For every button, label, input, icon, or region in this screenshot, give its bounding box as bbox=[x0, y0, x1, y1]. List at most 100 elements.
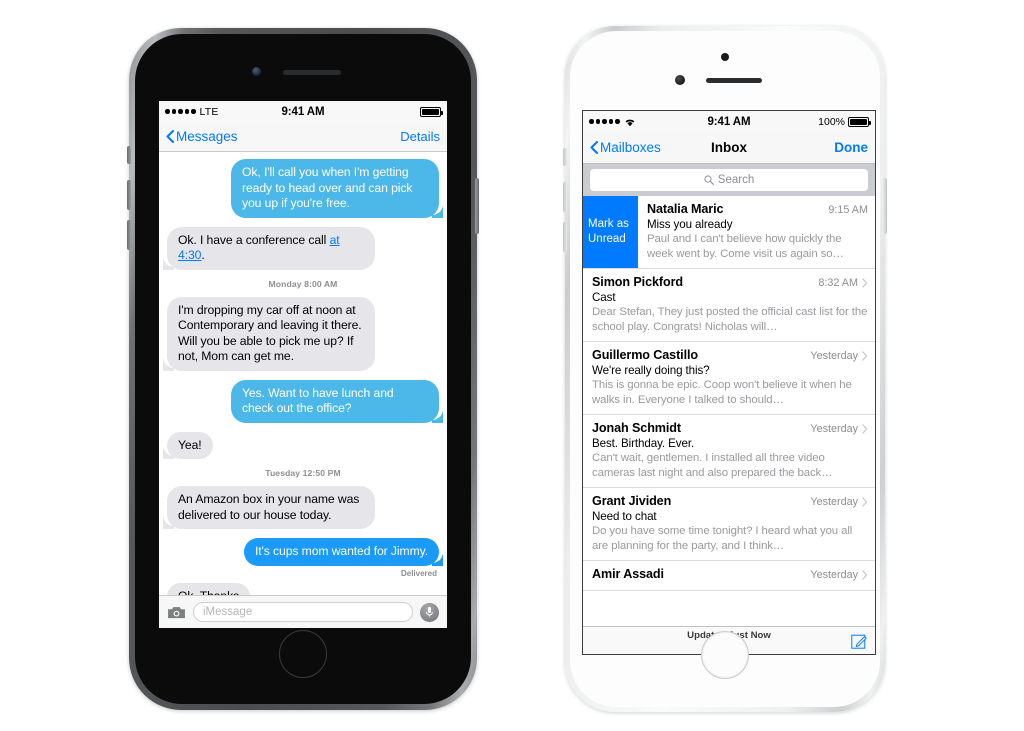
done-button[interactable]: Done bbox=[834, 140, 868, 155]
camera-icon[interactable] bbox=[167, 605, 186, 620]
message-bubble-incoming[interactable]: An Amazon box in your name was delivered… bbox=[163, 486, 375, 529]
silent-switch[interactable] bbox=[563, 148, 567, 166]
imessage-input[interactable]: iMessage bbox=[193, 602, 413, 622]
email-time: Yesterday bbox=[810, 569, 858, 581]
email-content[interactable]: Natalia Maric 9:15 AM Miss you already P… bbox=[638, 196, 875, 268]
message-row: It's cups mom wanted for Jimmy. bbox=[167, 538, 444, 566]
email-header-row: Simon Pickford 8:32 AM bbox=[592, 275, 868, 289]
iphone-left-device: LTE 9:41 AM Messages Details Ok, I'll ca… bbox=[127, 28, 479, 710]
earpiece-speaker bbox=[283, 70, 341, 75]
email-sender: Guillermo Castillo bbox=[592, 348, 698, 362]
list-item[interactable]: Guillermo Castillo Yesterday We're reall… bbox=[583, 342, 875, 415]
message-bubble-incoming[interactable]: Ok. Thanks bbox=[167, 582, 251, 595]
email-header-row: Amir Assadi Yesterday bbox=[592, 567, 868, 581]
email-preview: Can't wait, gentlemen. I installed all t… bbox=[592, 452, 833, 479]
message-bubble-incoming[interactable]: Ok. I have a conference call at 4:30. bbox=[163, 226, 375, 270]
email-time: 9:15 AM bbox=[828, 204, 868, 216]
chevron-left-icon bbox=[166, 130, 174, 143]
list-item[interactable]: Amir Assadi Yesterday bbox=[583, 561, 875, 591]
front-camera-icon bbox=[675, 75, 685, 85]
iphone-right-bezel: 9:41 AM 100% Mailboxes Inbox Done Search… bbox=[570, 31, 880, 707]
power-button[interactable] bbox=[883, 178, 887, 234]
email-header-row: Natalia Maric 9:15 AM bbox=[647, 202, 868, 216]
email-content[interactable]: Jonah Schmidt Yesterday Best. Birthday. … bbox=[583, 415, 875, 487]
email-sender: Grant Jividen bbox=[592, 494, 672, 508]
back-to-mailboxes-button[interactable]: Mailboxes bbox=[590, 140, 661, 155]
volume-down-button[interactable] bbox=[563, 222, 567, 252]
list-item[interactable]: Simon Pickford 8:32 AM Cast Dear Stefan,… bbox=[583, 269, 875, 342]
status-right-group bbox=[420, 106, 443, 117]
email-sender: Simon Pickford bbox=[592, 275, 683, 289]
mark-as-unread-button[interactable]: Mark as Unread bbox=[583, 196, 638, 268]
chevron-left-icon bbox=[590, 141, 598, 154]
email-content[interactable]: Amir Assadi Yesterday bbox=[583, 561, 875, 590]
power-button[interactable] bbox=[475, 178, 479, 234]
message-bubble-outgoing[interactable]: Ok, I'll call you when I'm getting ready… bbox=[231, 159, 443, 218]
battery-icon bbox=[420, 106, 443, 117]
email-preview: Paul and I can't believe how quickly the… bbox=[647, 233, 844, 260]
chevron-right-icon bbox=[862, 570, 868, 580]
timestamp-divider: Tuesday 12:50 PM bbox=[265, 468, 341, 478]
email-preview: This is gonna be epic. Coop won't believ… bbox=[592, 379, 852, 406]
status-clock: 9:41 AM bbox=[281, 105, 325, 118]
message-bubble-incoming[interactable]: I'm dropping my car off at noon at Conte… bbox=[163, 296, 375, 371]
details-button[interactable]: Details bbox=[400, 129, 440, 144]
back-label: Messages bbox=[176, 129, 238, 144]
volume-up-button[interactable] bbox=[127, 180, 131, 210]
back-to-messages-button[interactable]: Messages bbox=[166, 129, 238, 144]
microphone-button[interactable] bbox=[420, 602, 439, 622]
email-time: Yesterday bbox=[810, 496, 858, 508]
list-item[interactable]: Grant Jividen Yesterday Need to chat Do … bbox=[583, 488, 875, 561]
email-time: 8:32 AM bbox=[818, 277, 858, 289]
search-placeholder: Search bbox=[717, 174, 755, 186]
message-row: Ok, I'll call you when I'm getting ready… bbox=[167, 159, 443, 218]
inbox-list[interactable]: Mark as Unread Natalia Maric 9:15 AM Mis… bbox=[583, 196, 875, 591]
microphone-icon bbox=[426, 607, 433, 617]
message-text-tail: . bbox=[201, 248, 205, 262]
email-meta: 9:15 AM bbox=[828, 204, 868, 216]
compose-icon[interactable] bbox=[851, 633, 867, 649]
message-thread[interactable]: Ok, I'll call you when I'm getting ready… bbox=[159, 152, 447, 595]
home-button[interactable] bbox=[279, 630, 327, 678]
email-header-row: Guillermo Castillo Yesterday bbox=[592, 348, 868, 362]
search-input[interactable]: Search bbox=[590, 169, 868, 191]
message-row: An Amazon box in your name was delivered… bbox=[163, 486, 439, 529]
email-subject: Cast bbox=[592, 291, 616, 304]
email-content[interactable]: Simon Pickford 8:32 AM Cast Dear Stefan,… bbox=[583, 269, 875, 341]
search-icon bbox=[704, 175, 714, 185]
message-bubble-outgoing[interactable]: It's cups mom wanted for Jimmy. bbox=[243, 538, 444, 566]
message-text: Ok. I have a conference call bbox=[178, 232, 330, 247]
volume-up-button[interactable] bbox=[563, 182, 567, 212]
timestamp-divider: Monday 8:00 AM bbox=[268, 278, 338, 289]
message-row: Yes. Want to have lunch and check out th… bbox=[167, 379, 443, 423]
email-content[interactable]: Grant Jividen Yesterday Need to chat Do … bbox=[583, 488, 875, 560]
silent-switch[interactable] bbox=[127, 146, 131, 164]
chevron-right-icon bbox=[862, 278, 868, 288]
home-button[interactable] bbox=[701, 631, 749, 679]
list-item[interactable]: Jonah Schmidt Yesterday Best. Birthday. … bbox=[583, 415, 875, 488]
message-row: Yea! bbox=[163, 431, 439, 459]
back-label: Mailboxes bbox=[600, 140, 661, 155]
status-clock: 9:41 AM bbox=[707, 115, 751, 128]
email-meta: Yesterday bbox=[810, 569, 868, 581]
email-subject: Best. Birthday. Ever. bbox=[592, 437, 695, 450]
message-bubble-outgoing[interactable]: Yes. Want to have lunch and check out th… bbox=[231, 379, 443, 423]
email-content[interactable]: Guillermo Castillo Yesterday We're reall… bbox=[583, 342, 875, 414]
chevron-right-icon bbox=[862, 497, 868, 507]
email-meta: 8:32 AM bbox=[818, 277, 868, 289]
email-time: Yesterday bbox=[810, 423, 858, 435]
email-meta: Yesterday bbox=[810, 423, 868, 435]
message-row: I'm dropping my car off at noon at Conte… bbox=[163, 296, 439, 371]
earpiece-speaker bbox=[706, 78, 762, 83]
list-item[interactable]: Mark as Unread Natalia Maric 9:15 AM Mis… bbox=[583, 196, 875, 269]
email-subject: We're really doing this? bbox=[592, 364, 710, 377]
search-bar-container: Search bbox=[583, 164, 875, 196]
mark-as-unread-line2: Unread bbox=[588, 233, 626, 245]
delivery-receipt: Delivered bbox=[400, 568, 437, 578]
email-sender: Jonah Schmidt bbox=[592, 421, 681, 435]
email-time: Yesterday bbox=[810, 350, 858, 362]
email-meta: Yesterday bbox=[810, 496, 868, 508]
message-bubble-incoming[interactable]: Yea! bbox=[163, 431, 213, 459]
volume-down-button[interactable] bbox=[127, 220, 131, 250]
proximity-sensor-icon bbox=[721, 53, 729, 61]
